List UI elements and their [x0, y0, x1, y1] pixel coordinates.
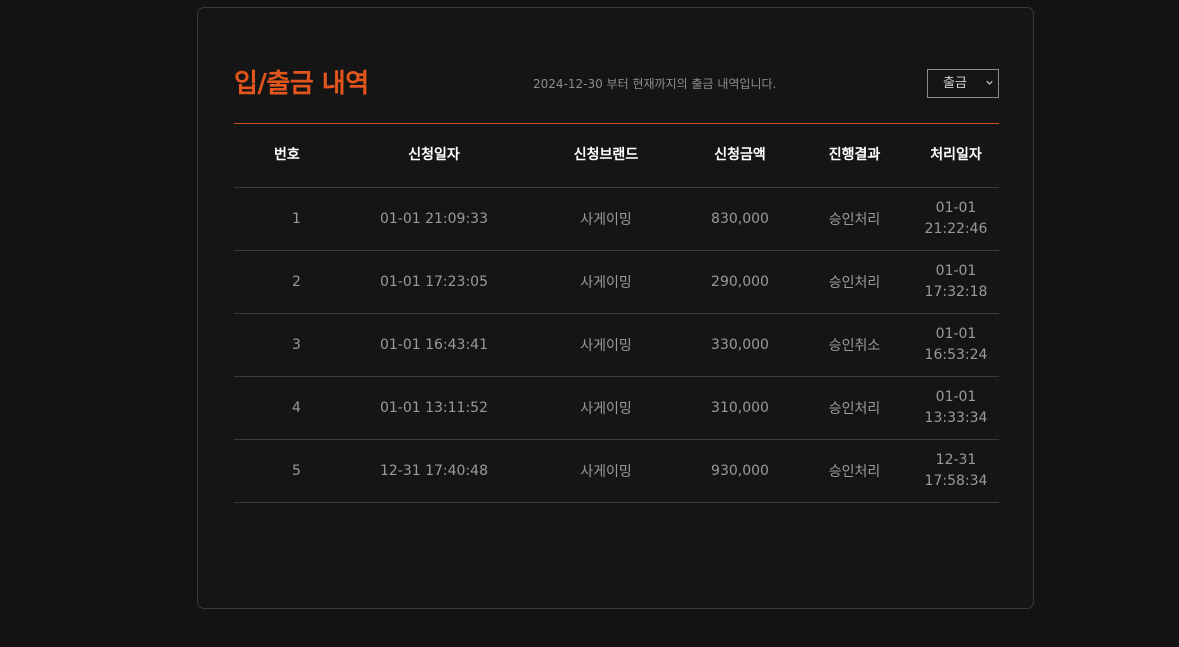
processed-datetime: 12-31 17:58:34: [913, 440, 999, 502]
processed-datetime: 01-01 16:53:24: [913, 314, 999, 376]
column-header-brand: 신청브랜드: [573, 147, 639, 163]
processed-time: 13:33:34: [924, 410, 988, 426]
processed-date: 01-01: [935, 200, 977, 216]
request-date: 01-01 16:43:41: [379, 337, 488, 353]
column-header-result: 진행결과: [828, 147, 881, 163]
table-row: 1 01-01 21:09:33 사게이밍 830,000 승인처리 01-01…: [234, 188, 999, 251]
request-date: 01-01 21:09:33: [379, 211, 488, 227]
processed-time: 16:53:24: [924, 347, 988, 363]
processed-time: 17:58:34: [924, 473, 988, 489]
row-number: 3: [292, 337, 301, 353]
result-status: 승인처리: [828, 212, 881, 228]
brand: 사게이밍: [580, 212, 632, 228]
processed-time: 17:32:18: [924, 284, 988, 300]
processed-datetime: 01-01 17:32:18: [913, 251, 999, 313]
page-title: 입/출금 내역: [234, 69, 369, 99]
result-status: 승인처리: [828, 401, 881, 417]
processed-datetime: 01-01 21:22:46: [913, 188, 999, 250]
brand: 사게이밍: [580, 338, 632, 354]
column-header-processed-date: 처리일자: [930, 147, 982, 163]
row-number: 4: [292, 400, 301, 416]
amount: 930,000: [711, 463, 769, 479]
row-number: 5: [292, 463, 301, 479]
table-row: 3 01-01 16:43:41 사게이밍 330,000 승인취소 01-01…: [234, 314, 999, 377]
period-description: 2024-12-30 부터 현재까지의 출금 내역입니다.: [533, 77, 777, 91]
brand: 사게이밍: [580, 464, 632, 480]
table-row: 2 01-01 17:23:05 사게이밍 290,000 승인처리 01-01…: [234, 251, 999, 314]
row-number: 2: [292, 274, 301, 290]
history-panel: 입/출금 내역 2024-12-30 부터 현재까지의 출금 내역입니다. 출금…: [197, 7, 1034, 609]
processed-datetime: 01-01 13:33:34: [913, 377, 999, 439]
amount: 290,000: [711, 274, 769, 290]
history-table: 번호 신청일자 신청브랜드 신청금액 진행결과 처리일자 1 01-01 21:…: [234, 124, 999, 503]
chevron-down-icon: [986, 80, 993, 85]
result-status: 승인처리: [828, 464, 881, 480]
transaction-type-value: 출금: [943, 76, 967, 91]
result-status: 승인취소: [828, 338, 881, 354]
row-number: 1: [292, 211, 301, 227]
amount: 330,000: [711, 337, 769, 353]
request-date: 12-31 17:40:48: [379, 463, 488, 479]
table-row: 5 12-31 17:40:48 사게이밍 930,000 승인처리 12-31…: [234, 440, 999, 503]
processed-date: 01-01: [935, 326, 977, 342]
table-header: 번호 신청일자 신청브랜드 신청금액 진행결과 처리일자: [234, 124, 999, 188]
processed-date: 01-01: [935, 389, 977, 405]
brand: 사게이밍: [580, 275, 632, 291]
amount: 830,000: [711, 211, 769, 227]
result-status: 승인처리: [828, 275, 881, 291]
processed-date: 01-01: [935, 263, 977, 279]
processed-time: 21:22:46: [924, 221, 988, 237]
column-header-number: 번호: [274, 147, 300, 163]
panel-header: 입/출금 내역 2024-12-30 부터 현재까지의 출금 내역입니다. 출금: [234, 66, 999, 106]
column-header-request-date: 신청일자: [408, 147, 460, 163]
request-date: 01-01 17:23:05: [379, 274, 488, 290]
column-header-amount: 신청금액: [714, 147, 766, 163]
request-date: 01-01 13:11:52: [379, 400, 488, 416]
table-row: 4 01-01 13:11:52 사게이밍 310,000 승인처리 01-01…: [234, 377, 999, 440]
amount: 310,000: [711, 400, 769, 416]
brand: 사게이밍: [580, 401, 632, 417]
processed-date: 12-31: [935, 452, 977, 468]
transaction-type-select[interactable]: 출금: [927, 69, 999, 98]
